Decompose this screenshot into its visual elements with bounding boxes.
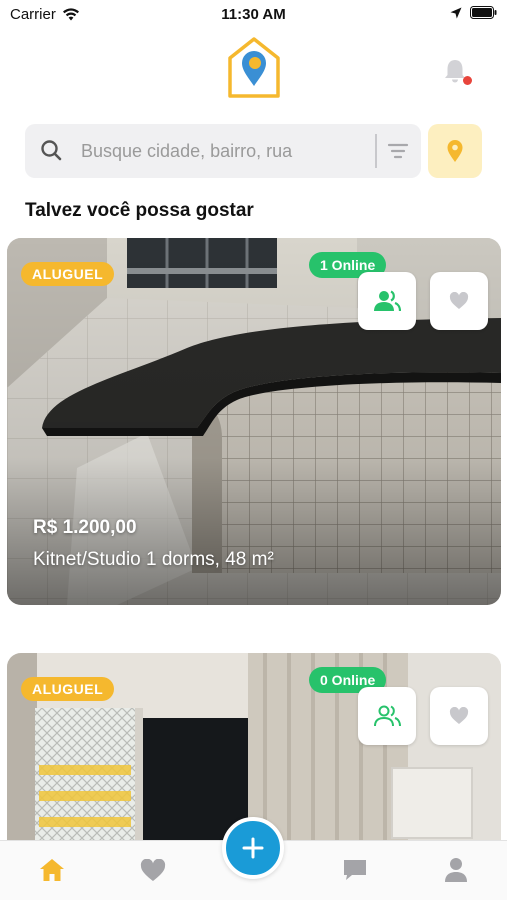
heart-icon bbox=[140, 858, 166, 881]
profile-icon bbox=[445, 858, 467, 882]
listing-type-badge: ALUGUEL bbox=[21, 677, 115, 701]
tab-favorites[interactable] bbox=[138, 855, 168, 885]
home-icon bbox=[40, 859, 64, 881]
listing-price: R$ 1.200,00 bbox=[33, 517, 137, 538]
map-pin-icon bbox=[447, 140, 463, 162]
tab-messages[interactable] bbox=[340, 855, 370, 885]
users-icon bbox=[374, 290, 401, 312]
add-listing-button[interactable] bbox=[222, 817, 284, 879]
heart-icon bbox=[449, 292, 469, 309]
favorite-button[interactable] bbox=[430, 687, 488, 745]
tab-profile[interactable] bbox=[441, 855, 471, 885]
app-logo-icon bbox=[228, 37, 280, 98]
users-outline-icon bbox=[374, 705, 401, 727]
online-visitors-button[interactable] bbox=[358, 687, 416, 745]
listing-card[interactable]: ALUGUEL 1 Online R$ 1.200,00 Kitnet/Stud… bbox=[7, 238, 501, 605]
online-visitors-button[interactable] bbox=[358, 272, 416, 330]
location-arrow-icon bbox=[450, 7, 462, 18]
listing-type-badge: ALUGUEL bbox=[21, 262, 115, 286]
section-title: Talvez você possa gostar bbox=[25, 200, 254, 221]
chat-icon bbox=[344, 860, 366, 880]
heart-icon bbox=[449, 707, 469, 724]
status-right bbox=[450, 6, 497, 19]
search-bar bbox=[25, 124, 421, 178]
search-input[interactable] bbox=[81, 124, 371, 178]
search-icon bbox=[41, 140, 62, 161]
search-divider bbox=[375, 134, 377, 168]
tab-home[interactable] bbox=[37, 855, 67, 885]
notification-dot bbox=[463, 76, 472, 85]
plus-icon bbox=[242, 837, 264, 859]
filter-icon[interactable] bbox=[387, 140, 409, 162]
battery-icon bbox=[470, 6, 497, 19]
listing-description: Kitnet/Studio 1 dorms, 48 m² bbox=[33, 549, 274, 570]
favorite-button[interactable] bbox=[430, 272, 488, 330]
status-time: 11:30 AM bbox=[221, 6, 286, 23]
location-button[interactable] bbox=[428, 124, 482, 178]
status-bar: Carrier 11:30 AM bbox=[0, 0, 507, 28]
